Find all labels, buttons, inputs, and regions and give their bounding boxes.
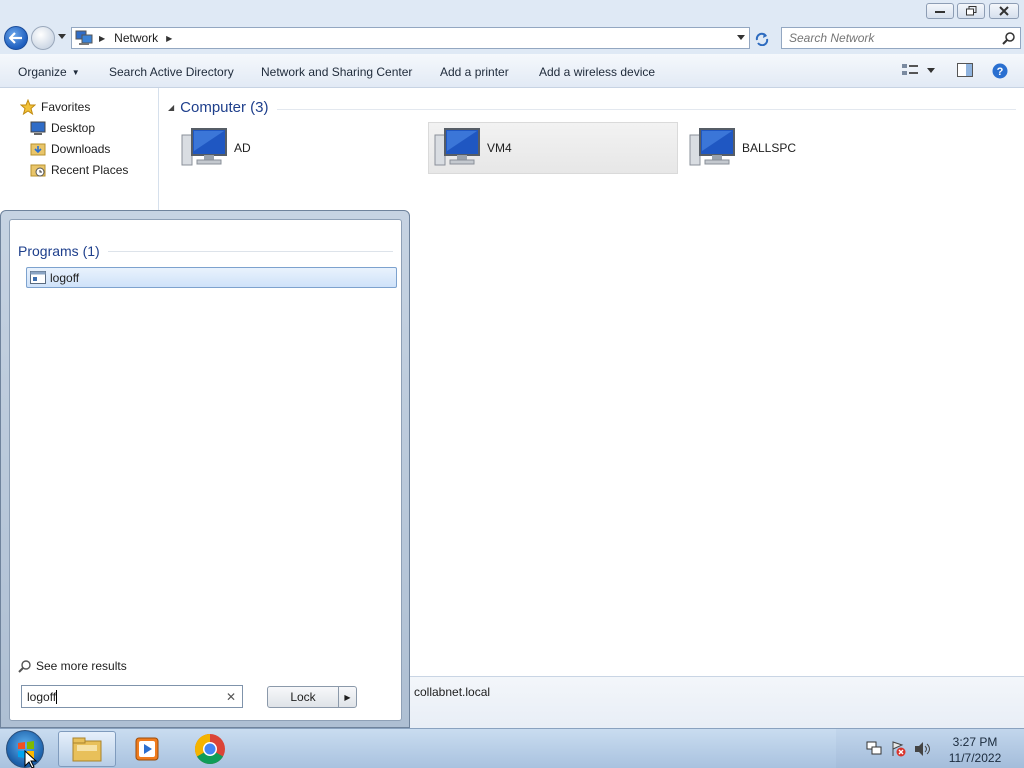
group-label: Computer (3) <box>180 98 269 116</box>
group-divider <box>276 108 1016 110</box>
minimize-icon <box>935 11 945 13</box>
downloads-folder-icon <box>30 143 46 156</box>
computer-name: AD <box>234 141 251 155</box>
network-sharing-center-button[interactable]: Network and Sharing Center <box>261 65 412 79</box>
clock-date: 11/7/2022 <box>948 751 1002 765</box>
lock-button[interactable]: Lock <box>267 686 339 708</box>
folder-icon <box>72 737 102 762</box>
refresh-icon <box>755 32 769 46</box>
nav-favorites-label: Favorites <box>41 100 91 114</box>
start-menu: Programs (1) logoff See more results <box>0 210 410 728</box>
computer-icon <box>181 128 227 166</box>
close-icon <box>999 6 1009 16</box>
see-more-label: See more results <box>36 659 127 673</box>
computer-tile-ad[interactable]: AD <box>175 122 425 174</box>
computer-icon <box>689 128 735 166</box>
address-bar[interactable]: ▶ Network ▶ <box>71 27 750 49</box>
nav-item-desktop[interactable]: Desktop <box>30 119 95 137</box>
restore-button[interactable] <box>957 3 985 19</box>
clock-time: 3:27 PM <box>952 735 998 749</box>
forward-button[interactable] <box>31 26 55 50</box>
nav-item-label: Recent Places <box>51 163 129 177</box>
back-button[interactable] <box>4 26 28 50</box>
taskbar-chrome[interactable] <box>181 731 239 767</box>
search-box[interactable] <box>781 27 1021 49</box>
nav-item-recent-places[interactable]: Recent Places <box>30 161 128 179</box>
program-result-logoff[interactable]: logoff <box>26 267 397 288</box>
nav-favorites[interactable]: Favorites <box>20 98 90 116</box>
refresh-button[interactable] <box>752 29 772 49</box>
organize-label: Organize <box>18 65 67 79</box>
add-printer-button[interactable]: Add a printer <box>440 65 509 79</box>
title-bar <box>0 0 1024 24</box>
breadcrumb-network[interactable]: Network <box>114 31 158 45</box>
program-name: logoff <box>50 270 80 285</box>
system-clock[interactable]: 3:27 PM 11/7/2022 <box>940 734 1010 766</box>
command-bar: Organize ▼ Search Active Directory Networ… <box>0 54 1024 88</box>
text-cursor <box>56 689 58 704</box>
history-dropdown-icon[interactable] <box>58 34 66 39</box>
taskbar: 3:27 PM 11/7/2022 <box>0 728 1024 768</box>
address-dropdown-icon[interactable] <box>737 35 745 40</box>
computer-tile-ballspc[interactable]: BALLSPC <box>683 122 933 174</box>
programs-header: Programs (1) <box>18 243 393 259</box>
search-icon <box>18 660 31 673</box>
close-button[interactable] <box>989 3 1019 19</box>
start-search-input[interactable]: logoff ✕ <box>21 685 243 708</box>
collapse-triangle-icon[interactable]: ◢ <box>168 103 174 112</box>
address-row: ▶ Network ▶ <box>0 24 1024 54</box>
mouse-cursor-icon <box>24 750 38 768</box>
preview-pane-icon[interactable] <box>957 63 973 77</box>
taskbar-explorer[interactable] <box>58 731 116 767</box>
nav-item-label: Desktop <box>51 121 96 135</box>
volume-icon[interactable] <box>914 741 932 757</box>
recent-places-icon <box>30 164 46 177</box>
chrome-icon <box>194 734 225 765</box>
change-view-icon[interactable] <box>902 63 918 77</box>
minimize-button[interactable] <box>926 3 954 19</box>
network-location-icon <box>75 30 93 45</box>
program-icon <box>30 271 46 284</box>
desktop-icon <box>30 121 46 135</box>
network-tray-icon[interactable] <box>866 741 882 757</box>
programs-divider <box>107 250 393 252</box>
computer-group-header[interactable]: ◢ Computer (3) <box>168 97 1016 117</box>
view-dropdown-icon[interactable] <box>927 68 935 73</box>
see-more-results-link[interactable]: See more results <box>18 659 127 673</box>
restore-icon <box>965 6 976 16</box>
domain-label: collabnet.local <box>414 685 491 699</box>
computer-icon <box>434 128 480 166</box>
action-center-icon[interactable] <box>890 741 906 757</box>
svg-text:?: ? <box>997 66 1004 78</box>
nav-item-downloads[interactable]: Downloads <box>30 140 110 158</box>
clear-search-icon[interactable]: ✕ <box>226 690 236 704</box>
search-input[interactable] <box>789 31 999 45</box>
breadcrumb-separator[interactable]: ▶ <box>166 34 172 43</box>
back-arrow-icon <box>9 32 22 44</box>
computer-name: VM4 <box>487 141 512 155</box>
start-menu-results: Programs (1) logoff See more results <box>9 219 402 721</box>
programs-header-label: Programs (1) <box>18 243 100 259</box>
star-icon <box>20 99 36 115</box>
taskbar-media-player[interactable] <box>118 731 176 767</box>
computer-name: BALLSPC <box>742 141 797 155</box>
add-wireless-device-button[interactable]: Add a wireless device <box>539 65 655 79</box>
chevron-down-icon: ▼ <box>71 68 80 77</box>
start-search-value: logoff <box>27 689 57 704</box>
search-active-directory-button[interactable]: Search Active Directory <box>109 65 234 79</box>
nav-item-label: Downloads <box>51 142 111 156</box>
computer-tile-vm4[interactable]: VM4 <box>428 122 678 174</box>
media-player-icon <box>135 737 159 761</box>
shutdown-options-button[interactable]: ▶ <box>338 686 357 708</box>
organize-button[interactable]: Organize ▼ <box>18 65 80 79</box>
search-icon[interactable] <box>1002 31 1016 45</box>
breadcrumb-separator[interactable]: ▶ <box>99 34 105 43</box>
help-icon[interactable]: ? <box>992 63 1008 79</box>
